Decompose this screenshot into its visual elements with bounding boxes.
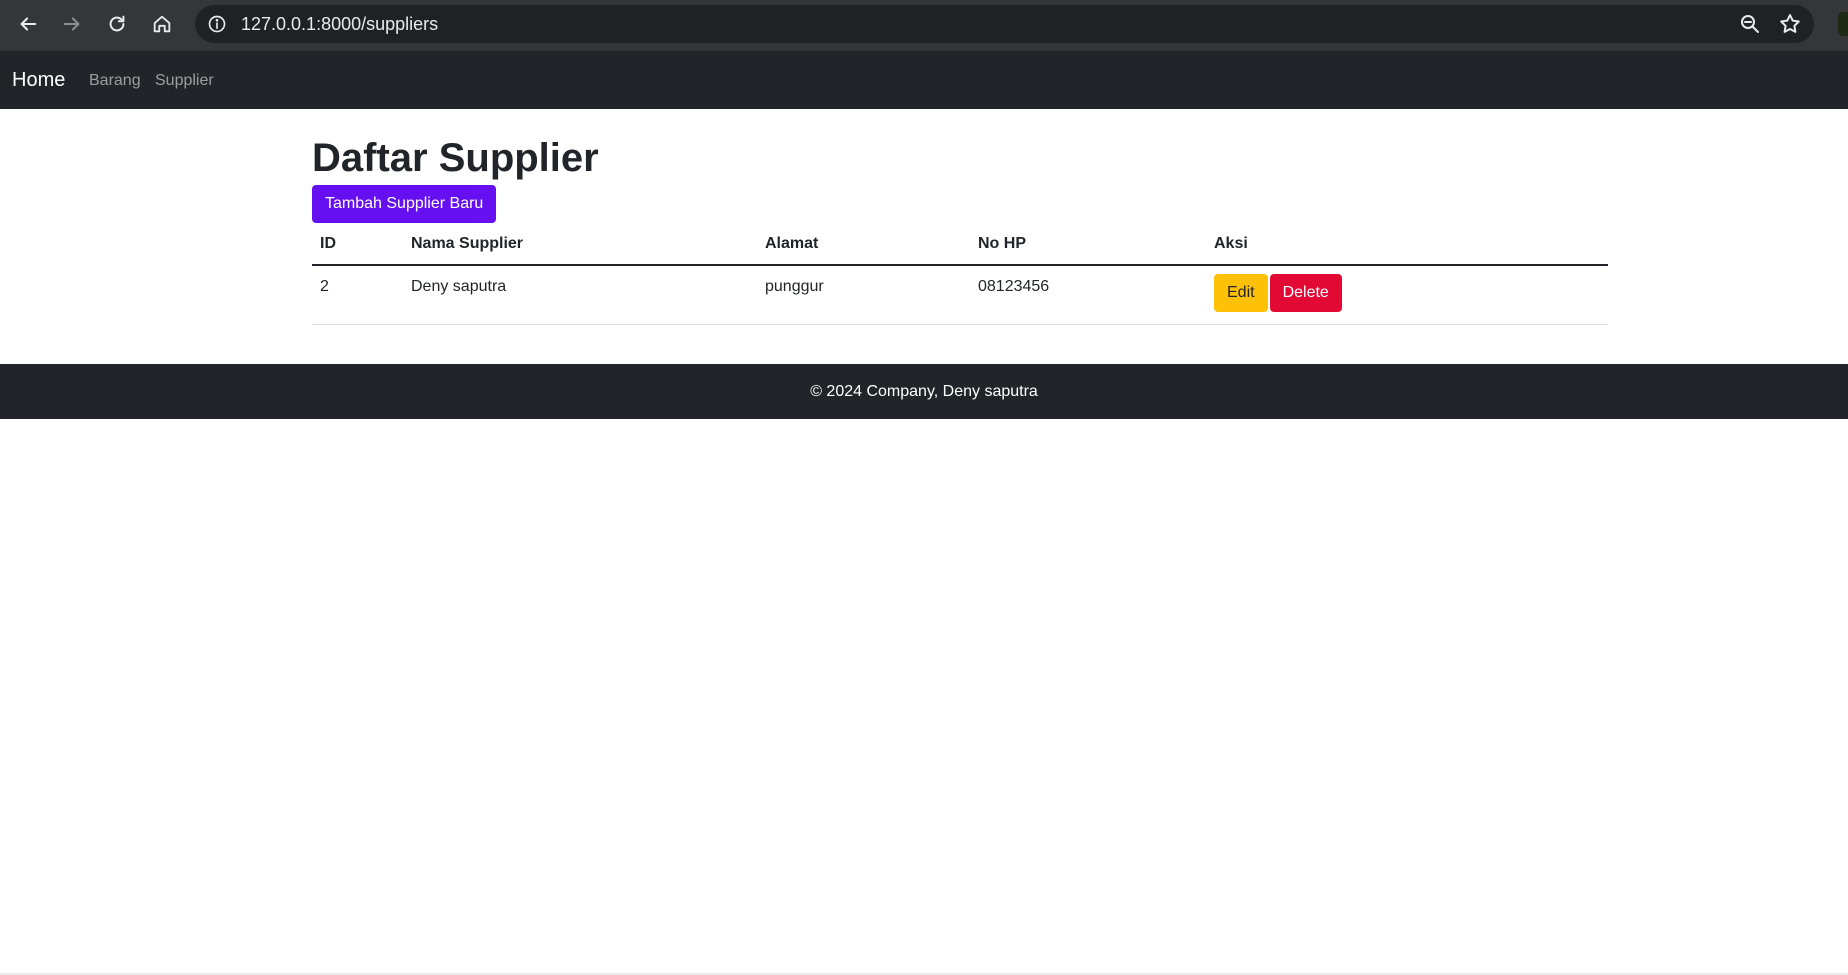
- back-button[interactable]: [8, 6, 48, 42]
- table-header-row: ID Nama Supplier Alamat No HP Aksi: [312, 223, 1608, 266]
- footer-copyright: © 2024 Company, Deny saputra: [810, 382, 1038, 400]
- reload-button[interactable]: [97, 6, 137, 42]
- column-header-id: ID: [312, 223, 403, 266]
- home-icon: [153, 15, 171, 33]
- forward-button[interactable]: [52, 6, 92, 42]
- column-header-aksi: Aksi: [1206, 223, 1608, 266]
- url-text[interactable]: 127.0.0.1:8000/suppliers: [241, 14, 438, 35]
- table-row: 2 Deny saputra punggur 08123456 Edit Dele…: [312, 265, 1608, 325]
- bookmark-star-icon[interactable]: [1778, 12, 1802, 36]
- cell-id: 2: [312, 265, 403, 325]
- zoom-icon[interactable]: [1738, 12, 1762, 36]
- reload-icon: [109, 15, 125, 32]
- delete-button[interactable]: Delete: [1269, 274, 1342, 312]
- supplier-table: ID Nama Supplier Alamat No HP Aksi 2 Den…: [312, 223, 1608, 325]
- navbar-brand-home[interactable]: Home: [12, 69, 65, 92]
- profile-avatar[interactable]: [1838, 12, 1848, 36]
- arrow-right-icon: [63, 17, 80, 31]
- column-header-no-hp: No HP: [970, 223, 1206, 266]
- site-info-icon[interactable]: [207, 14, 227, 34]
- cell-alamat: punggur: [757, 265, 970, 325]
- page-footer: © 2024 Company, Deny saputra: [0, 364, 1848, 419]
- edit-button[interactable]: Edit: [1214, 274, 1268, 312]
- address-bar[interactable]: 127.0.0.1:8000/suppliers: [195, 5, 1814, 43]
- column-header-nama-supplier: Nama Supplier: [403, 223, 757, 266]
- nav-link-supplier[interactable]: Supplier: [155, 72, 214, 90]
- column-header-alamat: Alamat: [757, 223, 970, 266]
- main-container: Daftar Supplier Tambah Supplier Baru ID …: [312, 109, 1608, 325]
- cell-aksi: Edit Delete: [1206, 265, 1608, 325]
- add-supplier-button[interactable]: Tambah Supplier Baru: [312, 185, 497, 223]
- arrow-left-icon: [20, 17, 37, 31]
- app-navbar: Home Barang Supplier: [0, 52, 1848, 109]
- browser-toolbar: 127.0.0.1:8000/suppliers: [0, 0, 1848, 52]
- home-button[interactable]: [142, 6, 182, 42]
- nav-link-barang[interactable]: Barang: [89, 72, 141, 90]
- page-title: Daftar Supplier: [312, 136, 599, 180]
- cell-nama-supplier: Deny saputra: [403, 265, 757, 325]
- cell-no-hp: 08123456: [970, 265, 1206, 325]
